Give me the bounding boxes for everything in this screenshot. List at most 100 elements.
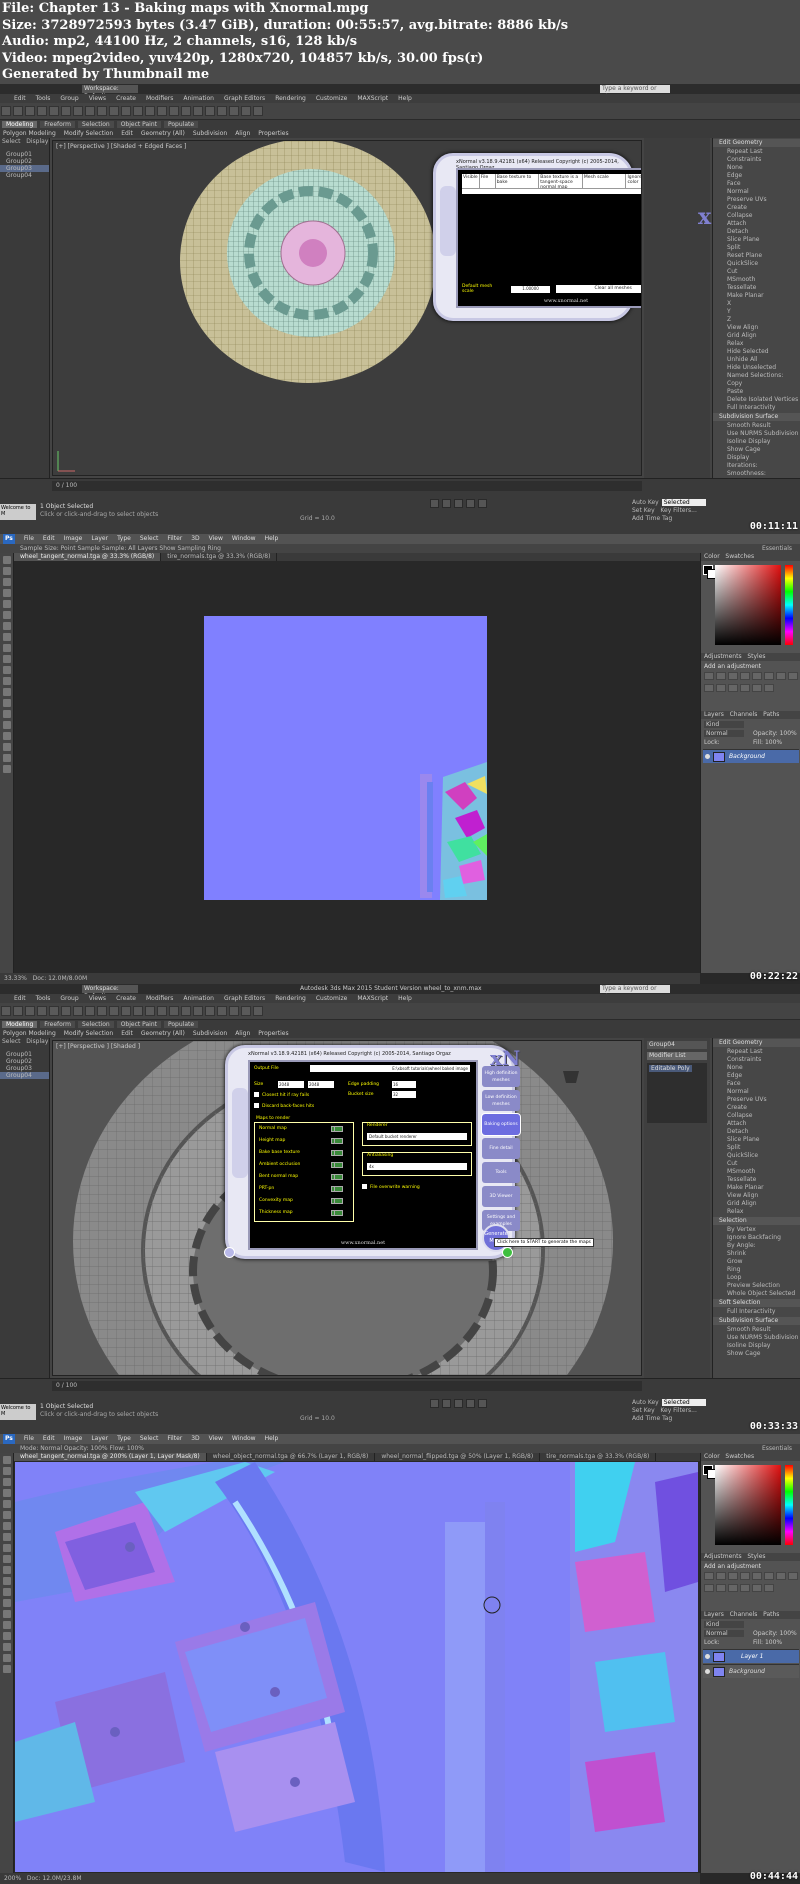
- map-bent-normal[interactable]: Bent normal map: [255, 1171, 353, 1183]
- cmd-item[interactable]: Smooth Result: [713, 422, 800, 430]
- quick-select-icon[interactable]: [3, 1489, 11, 1497]
- tab-styles[interactable]: Styles: [747, 653, 765, 660]
- cmd-item[interactable]: Attach: [713, 1120, 800, 1128]
- cmd-item[interactable]: Collapse: [713, 1112, 800, 1120]
- marquee-tool-icon[interactable]: [3, 1467, 11, 1475]
- workspace-dropdown[interactable]: Workspace: Default: [82, 85, 138, 100]
- align-icon[interactable]: [169, 1006, 179, 1016]
- edge-padding-input[interactable]: 16: [392, 1081, 416, 1088]
- cmd-item[interactable]: Z: [713, 316, 800, 324]
- render-icon[interactable]: [253, 1006, 263, 1016]
- layer-1[interactable]: Layer 1: [703, 1649, 799, 1663]
- ps-menu-edit[interactable]: Edit: [43, 534, 55, 544]
- ps-menu-help[interactable]: Help: [265, 1434, 279, 1444]
- scene-item[interactable]: Group01: [0, 1051, 49, 1058]
- search-input[interactable]: Type a keyword or phrase: [600, 85, 670, 100]
- doc-tab[interactable]: wheel_object_normal.tga @ 66.7% (Layer 1…: [207, 1453, 376, 1461]
- ps-menu-file[interactable]: File: [24, 534, 34, 544]
- cmd-item[interactable]: Edge: [713, 1072, 800, 1080]
- cmd-item[interactable]: Full Interactivity: [713, 404, 800, 412]
- cmd-item[interactable]: Y: [713, 308, 800, 316]
- cmd-item[interactable]: Face: [713, 1080, 800, 1088]
- history-brush-icon[interactable]: [3, 655, 11, 663]
- layer-background[interactable]: Background: [703, 749, 799, 763]
- lasso-tool-icon[interactable]: [3, 578, 11, 586]
- scene-tab-display[interactable]: Display: [26, 138, 48, 145]
- ribbon-tab-populate[interactable]: Populate: [163, 1021, 199, 1028]
- undo-icon[interactable]: [1, 1006, 11, 1016]
- scene-item[interactable]: Group04: [0, 172, 49, 179]
- ps-canvas[interactable]: [15, 562, 698, 972]
- ps-menu-file[interactable]: File: [24, 1434, 34, 1444]
- ribbon-tab-populate[interactable]: Populate: [163, 121, 199, 128]
- bind-icon[interactable]: [49, 1006, 59, 1016]
- color-picker-field[interactable]: [715, 565, 781, 645]
- ribbon-align[interactable]: Align: [235, 130, 250, 137]
- path-select-icon[interactable]: [3, 1632, 11, 1640]
- ps-menu-type[interactable]: Type: [117, 1434, 131, 1444]
- clone-stamp-icon[interactable]: [3, 1544, 11, 1552]
- map-ambient-occlusion[interactable]: Ambient occlusion: [255, 1159, 353, 1171]
- select-by-name-icon[interactable]: [73, 106, 83, 116]
- menu-modifiers[interactable]: Modifiers: [146, 94, 173, 103]
- blur-icon[interactable]: [3, 1588, 11, 1596]
- brightness-icon[interactable]: [704, 1572, 714, 1580]
- eye-icon[interactable]: [705, 754, 710, 759]
- layer-icon[interactable]: [181, 1006, 191, 1016]
- doc-tab[interactable]: wheel_normal_flipped.tga @ 50% (Layer 1,…: [375, 1453, 541, 1461]
- ribbon-subdivision[interactable]: Subdivision: [193, 130, 227, 137]
- curves-icon[interactable]: [728, 672, 738, 680]
- exposure-icon[interactable]: [740, 1572, 750, 1580]
- schematic-icon[interactable]: [205, 106, 215, 116]
- angle-snap-icon[interactable]: [133, 106, 143, 116]
- cmd-item[interactable]: MSmooth: [713, 276, 800, 284]
- cmd-item[interactable]: By Vertex: [713, 1226, 800, 1234]
- col-visible[interactable]: Visible: [462, 174, 480, 188]
- cmd-item[interactable]: Use NURMS Subdivision: [713, 1334, 800, 1342]
- gradient-map-icon[interactable]: [764, 684, 774, 692]
- workspace-essentials[interactable]: Essentials: [762, 544, 792, 553]
- ribbon-tab-object-paint[interactable]: Object Paint: [116, 121, 161, 128]
- scene-item[interactable]: Group03: [0, 1065, 49, 1072]
- map-prt[interactable]: PRT-pn: [255, 1183, 353, 1195]
- shape-tool-icon[interactable]: [3, 743, 11, 751]
- menu-tools[interactable]: Tools: [36, 994, 51, 1003]
- material-editor-icon[interactable]: [217, 1006, 227, 1016]
- cmd-item[interactable]: Grow: [713, 1258, 800, 1266]
- menu-edit[interactable]: Edit: [14, 94, 26, 103]
- menu-group[interactable]: Group: [60, 94, 78, 103]
- clear-all-meshes-button[interactable]: Clear all meshes: [556, 285, 641, 293]
- ps-menu-3d[interactable]: 3D: [191, 534, 199, 544]
- goto-start-icon[interactable]: [430, 499, 439, 508]
- type-tool-icon[interactable]: [3, 1621, 11, 1629]
- blend-mode[interactable]: Normal: [704, 1630, 744, 1637]
- cmd-item[interactable]: Smoothness:: [713, 470, 800, 478]
- blend-mode[interactable]: Normal: [704, 730, 744, 737]
- layer-kind-filter[interactable]: Kind: [704, 721, 744, 728]
- tab-channels[interactable]: Channels: [730, 1611, 758, 1618]
- hue-sat-icon[interactable]: [764, 1572, 774, 1580]
- cmd-item[interactable]: Preserve UVs: [713, 1096, 800, 1104]
- render-setup-icon[interactable]: [229, 106, 239, 116]
- ps-menu-image[interactable]: Image: [64, 1434, 83, 1444]
- menu-help[interactable]: Help: [398, 94, 412, 103]
- key-filters-button[interactable]: Key Filters...: [660, 1407, 697, 1414]
- zoom-tool-icon[interactable]: [3, 1665, 11, 1673]
- cmd-item[interactable]: Grid Align: [713, 1200, 800, 1208]
- fine-detail-button[interactable]: Fine detail: [482, 1138, 520, 1159]
- eraser-icon[interactable]: [3, 666, 11, 674]
- hue-slider[interactable]: [785, 565, 793, 645]
- size-height-select[interactable]: 2048: [308, 1081, 334, 1088]
- percent-snap-icon[interactable]: [145, 1006, 155, 1016]
- layer-kind-filter[interactable]: Kind: [704, 1621, 744, 1628]
- cmd-item[interactable]: Repeat Last: [713, 148, 800, 156]
- photo-filter-icon[interactable]: [704, 684, 714, 692]
- tab-layers[interactable]: Layers: [704, 1611, 724, 1618]
- move-tool-icon[interactable]: [3, 556, 11, 564]
- ribbon-modify-selection[interactable]: Modify Selection: [64, 130, 113, 137]
- scale-icon[interactable]: [109, 106, 119, 116]
- options-text[interactable]: Sample Size: Point Sample Sample: All La…: [20, 545, 221, 552]
- modifier-list[interactable]: Modifier List: [647, 1052, 707, 1060]
- play-icon[interactable]: [454, 1399, 463, 1408]
- cmd-item[interactable]: Attach: [713, 220, 800, 228]
